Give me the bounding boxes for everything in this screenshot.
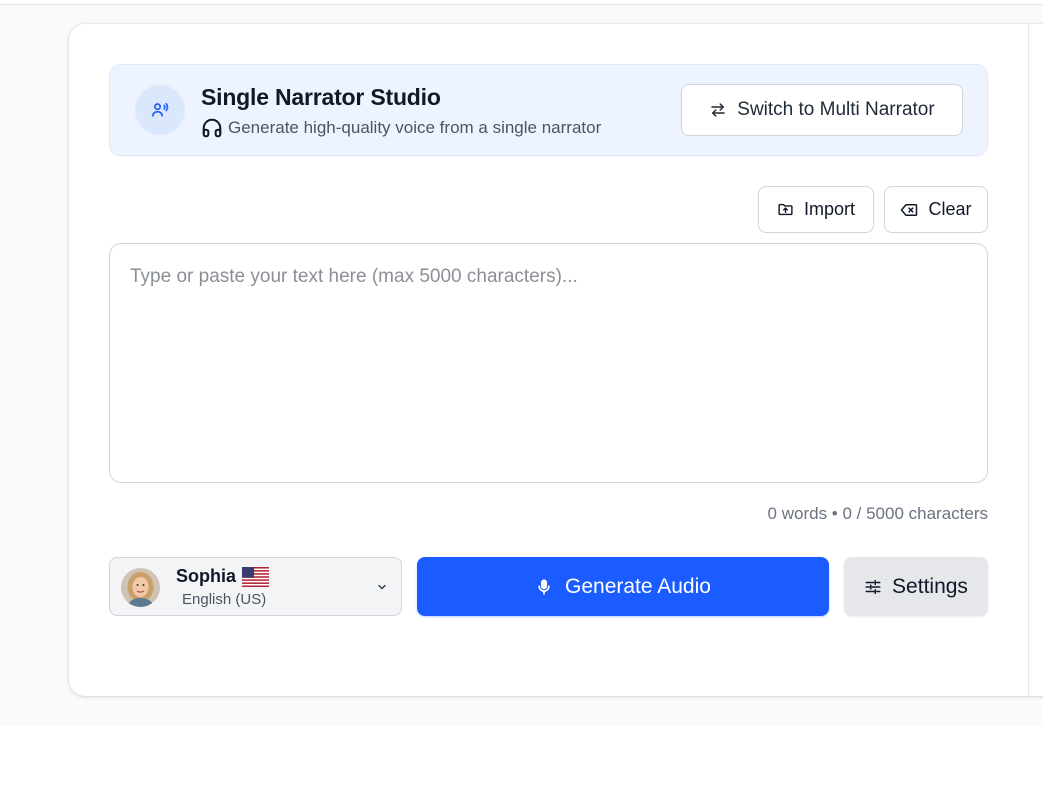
character-counter: 0 words • 0 / 5000 characters [767, 504, 988, 523]
generate-audio-button[interactable]: Generate Audio [417, 557, 829, 616]
clear-button[interactable]: Clear [884, 186, 988, 233]
switch-to-multi-narrator-button[interactable]: Switch to Multi Narrator [681, 84, 963, 136]
microphone-icon [535, 578, 553, 596]
switch-button-label: Switch to Multi Narrator [737, 99, 935, 120]
folder-upload-icon [777, 201, 794, 218]
clear-button-label: Clear [928, 199, 972, 219]
text-input[interactable] [109, 243, 988, 483]
voice-name: Sophia [176, 566, 237, 586]
studio-banner: Single Narrator Studio Generate high-qua… [109, 64, 988, 156]
swap-arrows-icon [709, 101, 727, 119]
narrator-avatar [121, 568, 160, 607]
settings-button[interactable]: Settings [844, 557, 988, 616]
voice-selector[interactable]: Sophia English (US) [109, 557, 402, 616]
import-button[interactable]: Import [758, 186, 874, 233]
generate-audio-label: Generate Audio [565, 574, 711, 598]
backspace-icon [900, 201, 918, 219]
page-subtitle: Generate high-quality voice from a singl… [201, 117, 601, 139]
voice-narrator-icon [135, 85, 185, 135]
subtitle-text: Generate high-quality voice from a singl… [228, 118, 602, 137]
import-button-label: Import [803, 199, 855, 219]
page-title: Single Narrator Studio [201, 84, 441, 110]
us-flag-icon [242, 567, 269, 587]
headphones-icon [201, 117, 223, 139]
voice-language: English (US) [182, 591, 267, 608]
settings-label: Settings [892, 574, 968, 598]
sliders-icon [864, 578, 882, 596]
card-divider [1028, 24, 1029, 696]
chevron-down-icon [373, 578, 391, 601]
